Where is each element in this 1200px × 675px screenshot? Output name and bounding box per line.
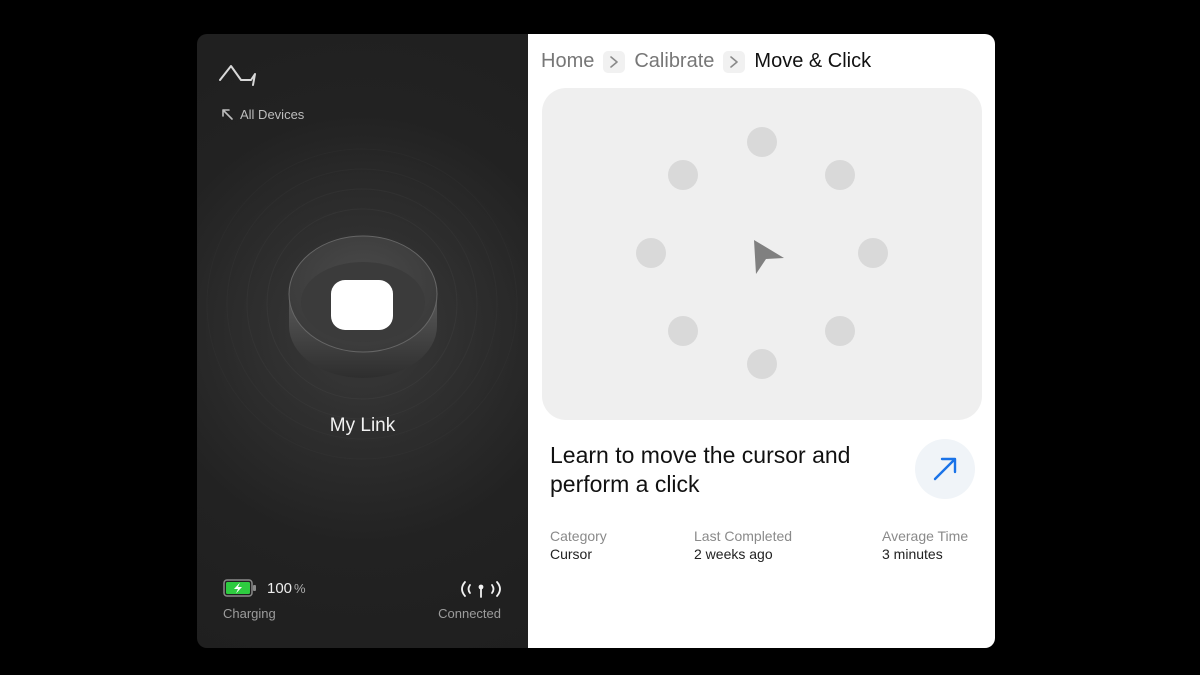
battery-charging-icon	[223, 579, 256, 597]
charging-label: Charging	[223, 606, 276, 621]
main-content: Home Calibrate Move & Click Learn to mov…	[528, 34, 995, 648]
target-dot[interactable]	[858, 238, 888, 268]
waveform-logo-icon[interactable]	[217, 58, 259, 88]
connected-label: Connected	[438, 606, 501, 621]
breadcrumb-current: Move & Click	[754, 50, 872, 72]
battery-percent: 100%	[267, 579, 306, 597]
chevron-right-icon	[723, 50, 746, 73]
meta-last-completed: Last Completed 2 weeks ago	[694, 527, 792, 563]
breadcrumb: Home Calibrate Move & Click	[541, 50, 871, 73]
chevron-right-icon	[603, 50, 626, 73]
target-dot[interactable]	[747, 349, 777, 379]
target-dot[interactable]	[668, 316, 698, 346]
breadcrumb-calibrate[interactable]: Calibrate	[634, 50, 714, 73]
target-dot[interactable]	[825, 160, 855, 190]
device-name: My Link	[329, 415, 396, 436]
calibration-stage[interactable]	[542, 88, 982, 420]
all-devices-link[interactable]: All Devices	[221, 107, 304, 122]
broadcast-signal-icon	[461, 581, 501, 598]
breadcrumb-home[interactable]: Home	[541, 50, 594, 73]
ring-device-illustration	[288, 235, 438, 378]
meta-category-label: Category	[550, 528, 607, 544]
target-dot[interactable]	[825, 316, 855, 346]
target-dot[interactable]	[668, 160, 698, 190]
meta-category-value: Cursor	[550, 546, 593, 562]
meta-last-value: 2 weeks ago	[694, 546, 773, 562]
device-sidebar: All Devices My Link 100 % Charging Conne…	[197, 34, 528, 648]
meta-average-time: Average Time 3 minutes	[882, 527, 968, 563]
meta-last-label: Last Completed	[694, 528, 793, 544]
meta-category: Category Cursor	[550, 527, 607, 563]
arrow-up-left-icon	[222, 109, 233, 120]
open-lesson-button[interactable]	[915, 439, 975, 499]
meta-avg-value: 3 minutes	[882, 546, 943, 562]
meta-avg-label: Average Time	[882, 528, 969, 544]
app-window: All Devices My Link 100 % Charging Conne…	[197, 34, 995, 648]
target-dot[interactable]	[636, 238, 666, 268]
all-devices-label: All Devices	[240, 107, 305, 122]
battery-status: 100%	[223, 579, 306, 597]
arrow-up-right-icon	[933, 457, 957, 481]
target-dot[interactable]	[747, 127, 777, 157]
cursor-arrow-icon	[754, 240, 784, 274]
lesson-title: Learn to move the cursor and perform a c…	[550, 442, 851, 497]
